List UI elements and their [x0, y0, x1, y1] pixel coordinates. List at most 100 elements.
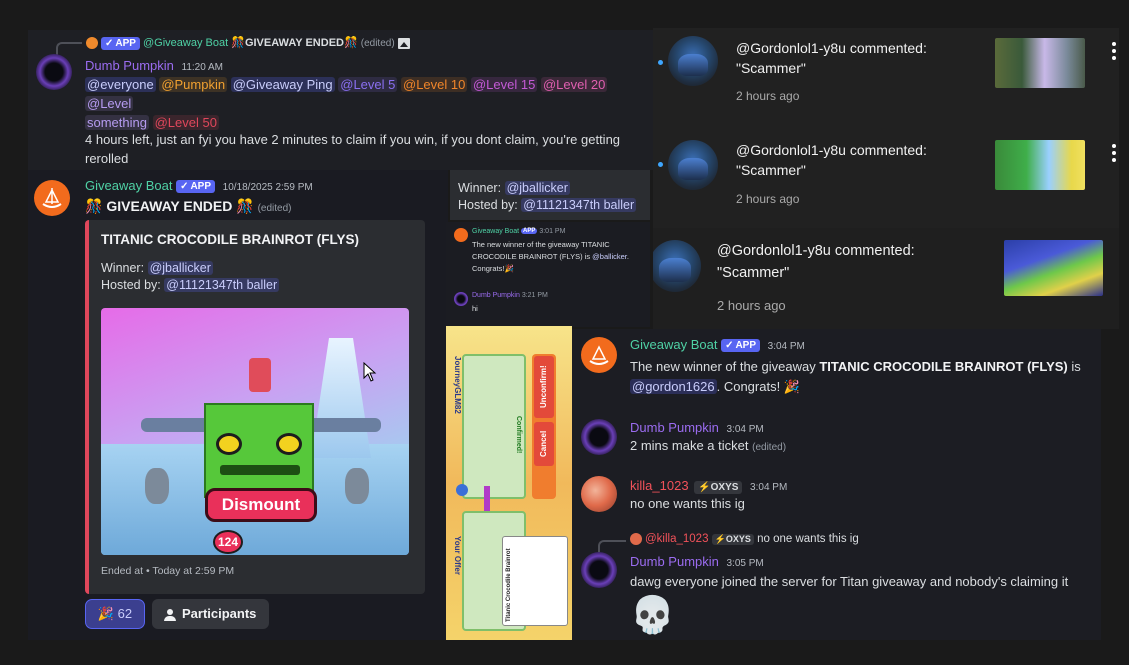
reply-avatar: [86, 37, 98, 50]
propeller-right: [345, 468, 369, 504]
participants-label: Participants: [182, 606, 257, 621]
confetti-emoji: 🎊: [231, 37, 245, 49]
yt-avatar: [653, 240, 701, 292]
m4-reply-preview[interactable]: @killa_1023 ⚡OXYS no one wants this ig: [630, 533, 859, 546]
more-options-icon[interactable]: [1111, 144, 1117, 165]
giveaway-boat-avatar[interactable]: [34, 180, 70, 216]
right-chat-panel: Giveaway Boat ✓ APP 3:04 PM The new winne…: [572, 329, 1101, 640]
image-icon: [397, 37, 410, 49]
player-avatar: [249, 358, 271, 392]
unread-dot: [658, 162, 663, 167]
m1-mention[interactable]: @gordon1626: [630, 379, 717, 394]
yt-thumbnail[interactable]: [1004, 240, 1103, 296]
giveaway-edited: (edited): [257, 203, 292, 214]
yt-notification-3[interactable]: @Gordonlol1-y8u commented: "Scammer" 2 h…: [653, 228, 1119, 329]
mention-level-5[interactable]: @Level 5: [338, 77, 398, 92]
dumb-pumpkin-avatar[interactable]: [581, 552, 617, 588]
giveaway-title: GIVEAWAY ENDED: [106, 198, 233, 214]
party-emoji: 🎉: [97, 606, 115, 621]
mention-pumpkin[interactable]: @Pumpkin: [159, 77, 228, 92]
yt-notification-2[interactable]: @Gordonlol1-y8u commented: "Scammer" 2 h…: [653, 128, 1119, 228]
trade-dot: [456, 484, 468, 496]
guild-tag: ⚡OXYS: [694, 481, 743, 494]
giveaway-boat-avatar[interactable]: [581, 337, 617, 373]
yt-author: @Gordonlol1-y8u: [717, 243, 831, 259]
m3-time: 3:04 PM: [750, 482, 788, 493]
person-icon: [164, 608, 176, 621]
mentions-line: @everyone @Pumpkin @Giveaway Ping @Level…: [85, 75, 645, 132]
yt-thumbnail[interactable]: [995, 38, 1085, 88]
winner-mention[interactable]: @jballicker: [504, 181, 570, 195]
host-mention[interactable]: @11121347th baller: [521, 198, 637, 212]
guild-tag: ⚡OXYS: [711, 534, 754, 546]
dumb-pumpkin-avatar[interactable]: [36, 54, 72, 90]
trade-unconfirm-button[interactable]: Unconfirm!: [534, 356, 554, 418]
mention-level-10[interactable]: @Level 10: [401, 77, 468, 92]
yt-notification-1[interactable]: @Gordonlol1-y8u commented: "Scammer" 2 h…: [653, 28, 1119, 128]
trade-player-name: JourneyGLM82: [453, 356, 462, 414]
trade-cancel-button[interactable]: Cancel: [534, 422, 554, 466]
m1-text-bold: TITANIC CROCODILE BRAINROT (FLYS): [819, 359, 1068, 374]
m2-text: 2 mins make a ticket: [630, 438, 749, 453]
yt-comment-text: "Scammer": [717, 265, 790, 281]
m1-author[interactable]: Giveaway Boat: [630, 337, 717, 352]
top-message-panel: ✓ APP @Giveaway Boat 🎊GIVEAWAY ENDED🎊 (ed…: [28, 30, 653, 170]
yt-action: commented:: [849, 40, 927, 56]
yt-thumbnail[interactable]: [995, 140, 1085, 190]
reply-text: GIVEAWAY ENDED: [244, 37, 344, 49]
lightning-icon: ⚡: [714, 534, 726, 545]
mini-chat-crop: Giveaway Boat APP 3:01 PM The new winner…: [446, 222, 650, 327]
reaction-button[interactable]: 🎉 62: [85, 599, 145, 629]
yt-avatar: [668, 140, 718, 190]
winner-label: Winner:: [101, 261, 145, 275]
winner-mention[interactable]: @jballicker: [147, 261, 213, 275]
app-badge: ✓ APP: [101, 36, 140, 50]
yt-avatar: [668, 36, 718, 86]
yt-comment-text: "Scammer": [736, 60, 806, 76]
propeller-left: [145, 468, 169, 504]
dumb-pumpkin-avatar[interactable]: [581, 419, 617, 455]
mention-level-20[interactable]: @Level 20: [540, 77, 608, 92]
boat-icon: [42, 188, 62, 208]
m4-author[interactable]: Dumb Pumpkin: [630, 554, 719, 569]
participants-button[interactable]: Participants: [152, 599, 269, 629]
mini-time-2: 3:21 PM: [521, 292, 548, 299]
m3-text: no one wants this ig: [630, 496, 745, 511]
more-options-icon[interactable]: [1111, 42, 1117, 63]
giveaway-author[interactable]: Giveaway Boat: [85, 178, 172, 193]
confetti-emoji-2: 🎊: [343, 37, 358, 49]
dismount-button[interactable]: Dismount: [205, 488, 317, 522]
trade-confirmed-label: Confirmed!: [515, 416, 522, 454]
mention-giveaway-ping[interactable]: @Giveaway Ping: [230, 77, 335, 92]
mention-level-something[interactable]: something: [85, 115, 149, 130]
mention-level-50[interactable]: @Level 50: [152, 115, 219, 130]
killa-avatar[interactable]: [581, 476, 617, 512]
m2-author[interactable]: Dumb Pumpkin: [630, 420, 719, 435]
confetti-emoji: 🎊: [85, 198, 103, 214]
m1-text-b: is: [1067, 359, 1081, 374]
yt-time: 2 hours ago: [717, 298, 786, 313]
m4-reply-author[interactable]: @killa_1023: [645, 533, 708, 545]
boat-icon: [589, 345, 609, 365]
confetti-emoji-2: 🎊: [236, 198, 254, 214]
mention-level-15[interactable]: @Level 15: [470, 77, 538, 92]
mini-party-emoji: 🎉: [504, 264, 514, 273]
m2-edited: (edited): [752, 442, 787, 453]
mention-level[interactable]: @Level: [85, 96, 134, 111]
message-author[interactable]: Dumb Pumpkin: [85, 58, 174, 73]
message-time: 11:20 AM: [181, 62, 224, 73]
party-emoji: 🎉: [783, 379, 801, 394]
m3-author[interactable]: killa_1023: [630, 478, 689, 493]
mention-everyone[interactable]: @everyone: [85, 77, 156, 92]
reply-preview[interactable]: ✓ APP @Giveaway Boat 🎊GIVEAWAY ENDED🎊 (ed…: [86, 36, 410, 50]
mini-boat-avatar: [454, 228, 468, 242]
m1-text-c: . Congrats!: [716, 379, 781, 394]
giveaway-time: 10/18/2025 2:59 PM: [222, 182, 313, 193]
m4-reply-text: no one wants this ig: [757, 533, 859, 546]
yt-comment-text: "Scammer": [736, 162, 806, 178]
host-mention[interactable]: @11121347th baller: [164, 278, 280, 292]
reply-author[interactable]: @Giveaway Boat: [143, 37, 228, 49]
mini-text-2: hi: [472, 304, 478, 313]
embed-image[interactable]: Dismount 124: [101, 308, 409, 555]
reply-connector: [56, 42, 82, 56]
